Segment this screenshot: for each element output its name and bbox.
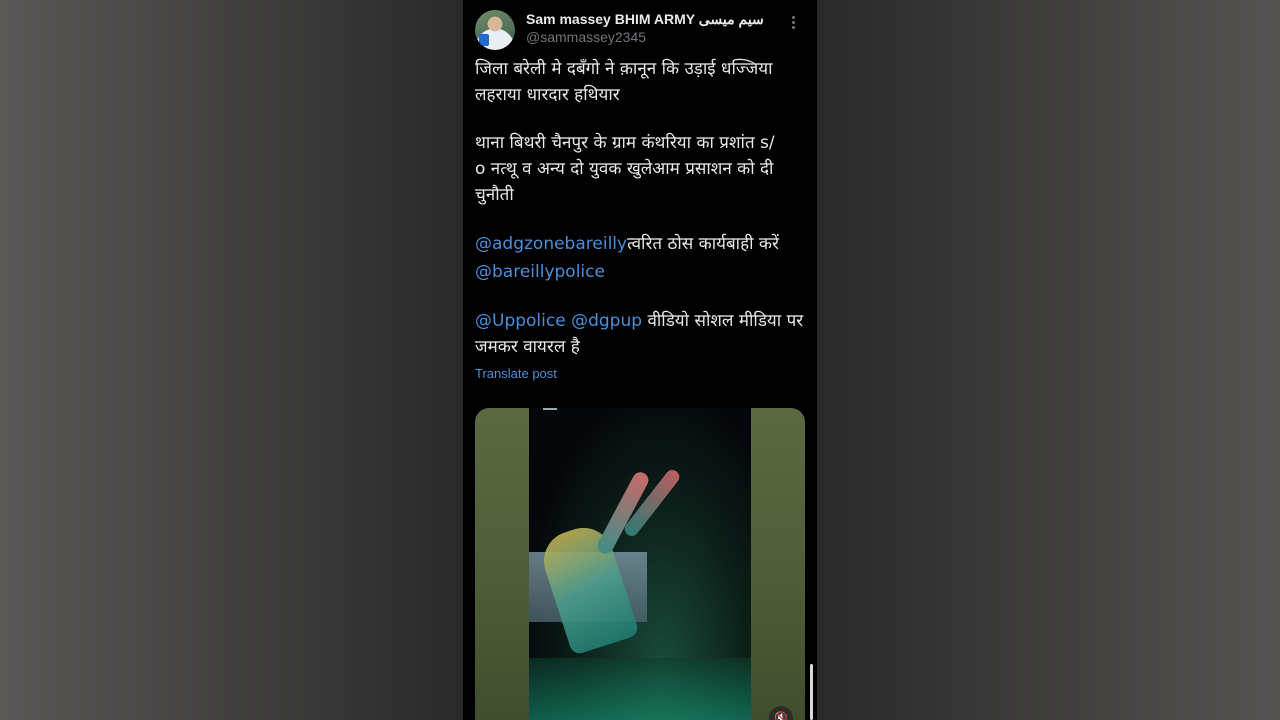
translate-post-link[interactable]: Translate post	[475, 366, 557, 381]
text-line: लहराया धारदार हथियार	[475, 85, 620, 105]
video-player[interactable]	[475, 408, 805, 720]
text-line: चुनौती	[475, 185, 514, 205]
video-ground	[529, 658, 751, 720]
text-line: थाना बिथरी चैनपुर के ग्राम कंथरिया का प्…	[475, 133, 775, 153]
flag-icon	[479, 34, 489, 46]
text-line: त्वरित ठोस कार्यबाही करें	[627, 234, 779, 254]
author-name[interactable]: Sam massey BHIM ARMY سیم میسی	[526, 11, 764, 28]
avatar[interactable]	[475, 10, 515, 50]
video-letterbox-left	[475, 408, 529, 720]
video-letterbox-right	[751, 408, 805, 720]
post-text: जिला बरेली मे दबँगो ने क़ानून कि उड़ाई ध…	[475, 56, 805, 382]
text-line: वीडियो सोशल मीडिया पर	[642, 311, 804, 331]
mention-link[interactable]: @adgzonebareilly	[475, 234, 627, 254]
text-line: जिला बरेली मे दबँगो ने क़ानून कि उड़ाई ध…	[475, 59, 773, 79]
mention-link[interactable]: @dgpup	[571, 311, 642, 331]
author-handle[interactable]: @sammassey2345	[526, 29, 646, 45]
post-container: Sam massey BHIM ARMY سیم میسی @sammassey…	[463, 0, 817, 720]
mention-link[interactable]: @Uppolice	[475, 311, 566, 331]
text-line: o नत्थू व अन्य दो युवक खुलेआम प्रसाशन को…	[475, 159, 774, 179]
scrollbar[interactable]	[810, 664, 813, 720]
text-line: जमकर वायरल है	[475, 337, 580, 357]
mention-link[interactable]: @bareillypolice	[475, 262, 605, 282]
video-top-mark	[543, 408, 557, 410]
more-icon[interactable]	[789, 16, 797, 32]
